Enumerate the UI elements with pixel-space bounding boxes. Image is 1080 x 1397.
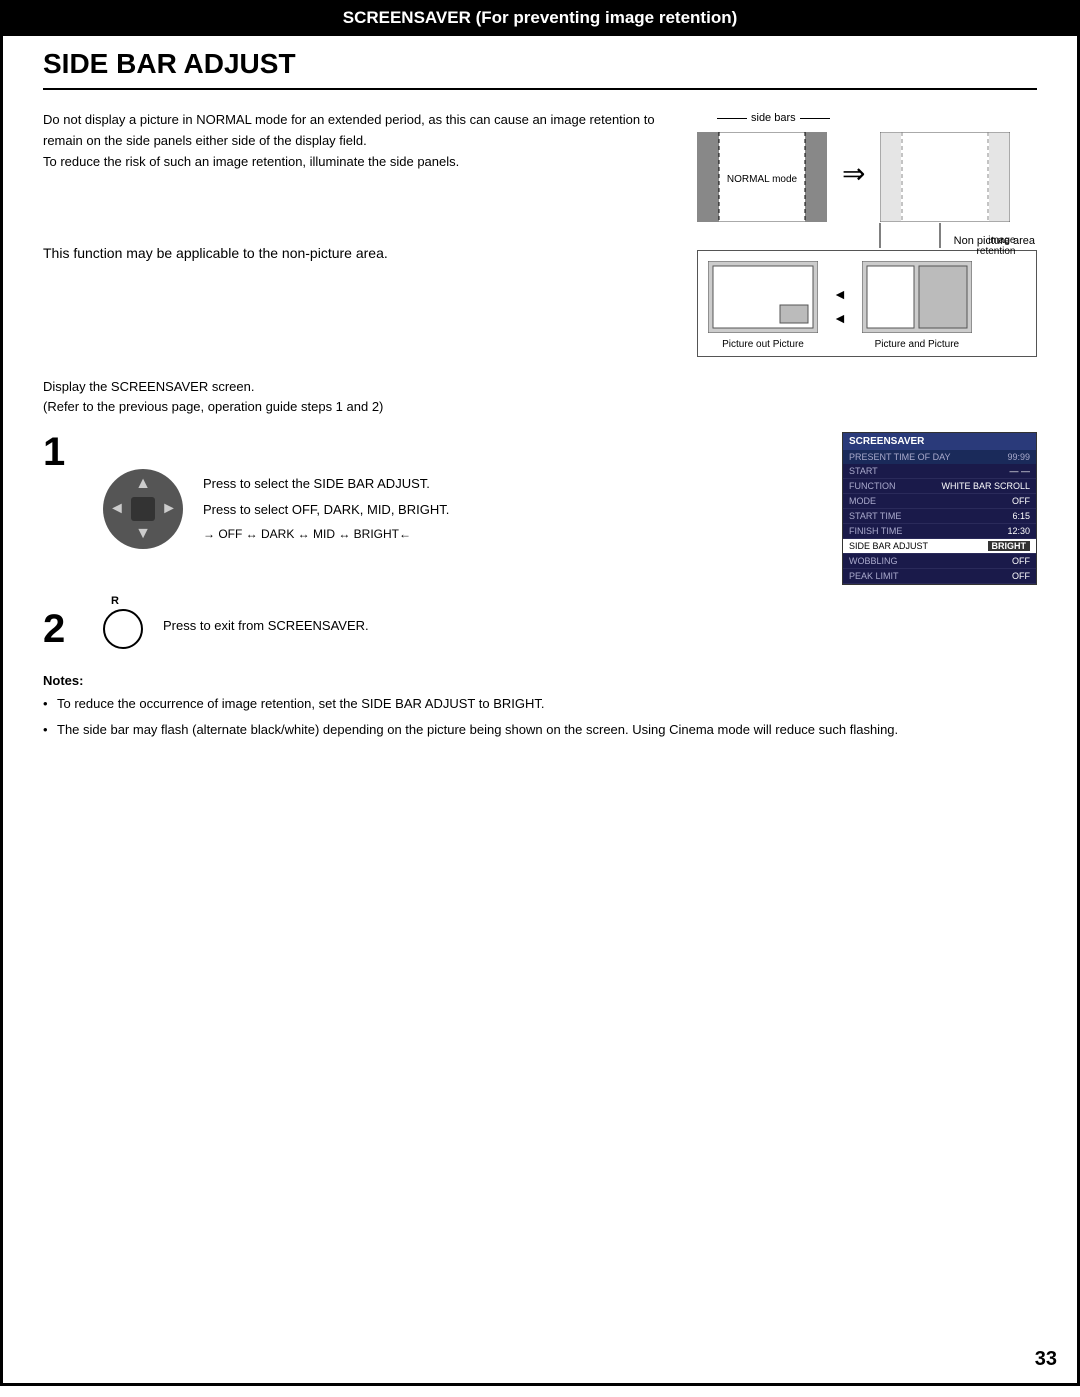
steps-header: Display the SCREENSAVER screen. (Refer t… xyxy=(43,377,1037,416)
remote-control-button: ▲ ▼ ◄ ► xyxy=(103,469,183,549)
step1-instruction2: Press to select OFF, DARK, MID, BRIGHT. xyxy=(203,500,822,520)
main-content: SIDE BAR ADJUST Do not display a picture… xyxy=(0,36,1080,1386)
menu-finish-time-row: FINISH TIME 12:30 xyxy=(843,524,1036,539)
menu-title: SCREENSAVER xyxy=(843,433,1036,450)
page-number: 33 xyxy=(1035,1348,1057,1371)
steps-intro-line1: Display the SCREENSAVER screen. xyxy=(43,377,1037,397)
round-button-container: R xyxy=(103,609,143,649)
step2-row: 2 R Press to exit from SCREENSAVER. xyxy=(43,609,1037,649)
start-time-value: 6:15 xyxy=(1012,511,1030,521)
diag-row1: side bars xyxy=(697,110,1037,225)
page-title: SIDE BAR ADJUST xyxy=(43,36,1037,90)
menu-start-row: START — — xyxy=(843,464,1036,479)
menu-peak-limit-row: PEAK LIMIT OFF xyxy=(843,569,1036,584)
section2-description: This function may be applicable to the n… xyxy=(43,245,667,261)
finish-time-label: FINISH TIME xyxy=(849,526,902,536)
menu-function-row: FUNCTION WHITE BAR SCROLL xyxy=(843,479,1036,494)
notes-title: Notes: xyxy=(43,673,1037,688)
start-time-label: START TIME xyxy=(849,511,901,521)
section-description: Do not display a picture in NORMAL mode … xyxy=(43,110,667,225)
side-bar-label: SIDE BAR ADJUST xyxy=(849,541,928,551)
top-bar-title: SCREENSAVER (For preventing image retent… xyxy=(343,8,738,27)
notes-list: To reduce the occurrence of image retent… xyxy=(43,694,1037,739)
arrow-left-icon: ◄ xyxy=(109,500,125,518)
after-diagram-container: image retention xyxy=(880,132,1010,225)
screensaver-menu: SCREENSAVER PRESENT TIME OF DAY 99:99 ST… xyxy=(842,432,1037,585)
step1-row: 1 ▲ ▼ ◄ ► Press to select the SIDE BAR A… xyxy=(43,432,1037,585)
start-label: START xyxy=(849,466,878,476)
svg-text:NORMAL mode: NORMAL mode xyxy=(727,174,798,185)
side-bars-label: side bars xyxy=(751,112,796,124)
start-value: — — xyxy=(1009,466,1030,476)
retention-label: image retention xyxy=(977,235,1016,257)
step1-text: Press to select the SIDE BAR ADJUST. Pre… xyxy=(203,474,822,543)
peak-limit-value: OFF xyxy=(1012,571,1030,581)
normal-mode-diagram: NORMAL mode xyxy=(697,132,827,222)
arrow-up-icon: ▲ xyxy=(135,475,151,493)
step1-instruction1: Press to select the SIDE BAR ADJUST. xyxy=(203,474,822,494)
present-time-label: PRESENT TIME OF DAY xyxy=(849,452,951,462)
arrow-right-icon: ⇒ xyxy=(842,157,865,190)
menu-wobbling-row: WOBBLING OFF xyxy=(843,554,1036,569)
non-picture-box: Picture out Picture ◄ ◄ xyxy=(697,250,1037,357)
pap-svg xyxy=(862,261,972,333)
notes-section: Notes: To reduce the occurrence of image… xyxy=(43,673,1037,739)
wobbling-label: WOBBLING xyxy=(849,556,898,566)
note1: To reduce the occurrence of image retent… xyxy=(43,694,1037,714)
function-value: WHITE BAR SCROLL xyxy=(941,481,1030,491)
side-bars-diagram-area: side bars xyxy=(697,110,1037,225)
menu-mode-row: MODE OFF xyxy=(843,494,1036,509)
note2: The side bar may flash (alternate black/… xyxy=(43,720,1037,740)
round-btn-label: R xyxy=(111,595,119,607)
remote-center-button xyxy=(131,497,155,521)
picture-and-diagram: Picture and Picture xyxy=(862,261,972,350)
section2-text: This function may be applicable to the n… xyxy=(43,245,667,357)
menu-present-row: PRESENT TIME OF DAY 99:99 xyxy=(843,450,1036,464)
menu-side-bar-row: SIDE BAR ADJUST BRIGHT xyxy=(843,539,1036,554)
menu-start-time-row: START TIME 6:15 xyxy=(843,509,1036,524)
description-text: Do not display a picture in NORMAL mode … xyxy=(43,110,667,172)
pip-svg xyxy=(708,261,818,333)
step1-content: ▲ ▼ ◄ ► Press to select the SIDE BAR ADJ… xyxy=(103,432,1037,585)
picture-out-label: Picture out Picture xyxy=(708,339,818,350)
step2-instruction: Press to exit from SCREENSAVER. xyxy=(163,616,1037,636)
pip-arrow-2: ◄ xyxy=(833,310,847,326)
top-diagrams: side bars xyxy=(697,110,1037,225)
exit-button xyxy=(103,609,143,649)
arrow-right-icon-btn: ► xyxy=(161,500,177,518)
function-label: FUNCTION xyxy=(849,481,896,491)
present-time-value: 99:99 xyxy=(1007,452,1030,462)
step1-submenu: → OFF ↔ DARK ↔ MID ↔ BRIGHT← xyxy=(203,525,822,543)
mode-value: OFF xyxy=(1012,496,1030,506)
side-bars-label-container: side bars xyxy=(717,112,830,124)
mode-label: MODE xyxy=(849,496,876,506)
picture-and-label: Picture and Picture xyxy=(862,339,972,350)
step2-text: Press to exit from SCREENSAVER. xyxy=(163,616,1037,642)
pip-diagrams: Picture out Picture ◄ ◄ xyxy=(708,261,1026,350)
arrow-down-icon: ▼ xyxy=(135,525,151,543)
finish-time-value: 12:30 xyxy=(1007,526,1030,536)
step2-number: 2 xyxy=(43,609,83,649)
retention-diagram xyxy=(880,132,1010,222)
wobbling-value: OFF xyxy=(1012,556,1030,566)
pip-arrows: ◄ ◄ xyxy=(833,286,847,326)
retention-arrows xyxy=(870,223,950,253)
section-middle: This function may be applicable to the n… xyxy=(43,245,1037,357)
picture-out-diagram: Picture out Picture xyxy=(708,261,818,350)
side-bar-value: BRIGHT xyxy=(988,541,1031,551)
step2-content: R Press to exit from SCREENSAVER. xyxy=(103,609,1037,649)
step1-number: 1 xyxy=(43,432,83,472)
peak-limit-label: PEAK LIMIT xyxy=(849,571,899,581)
section-top: Do not display a picture in NORMAL mode … xyxy=(43,110,1037,225)
steps-intro-line2: (Refer to the previous page, operation g… xyxy=(43,397,1037,417)
top-bar: SCREENSAVER (For preventing image retent… xyxy=(0,0,1080,36)
pip-arrow-1: ◄ xyxy=(833,286,847,302)
